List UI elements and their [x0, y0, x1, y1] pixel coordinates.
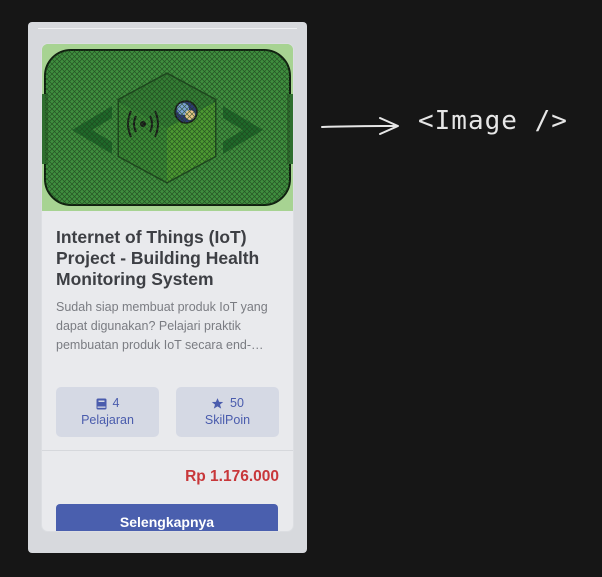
card-divider [42, 450, 293, 451]
points-stat: 50 SkilPoin [176, 387, 279, 437]
points-label: SkilPoin [204, 413, 251, 427]
course-stats: 4 Pelajaran 50 SkilPoin [56, 387, 279, 437]
star-icon [211, 398, 224, 409]
lessons-label: Pelajaran [81, 413, 134, 427]
iot-cube-illustration [42, 44, 293, 211]
card-body: Internet of Things (IoT) Project - Build… [56, 227, 279, 355]
course-thumbnail[interactable] [42, 44, 293, 211]
lessons-count: 4 [112, 396, 120, 410]
course-description: Sudah siap membuat produk IoT yang dapat… [56, 300, 268, 352]
course-card[interactable]: Internet of Things (IoT) Project - Build… [42, 44, 293, 531]
book-icon [96, 398, 107, 409]
right-arrow-icon [321, 117, 399, 135]
lessons-stat: 4 Pelajaran [56, 387, 159, 437]
panel-top-edge [38, 22, 297, 29]
course-title[interactable]: Internet of Things (IoT) Project - Build… [56, 227, 279, 290]
image-component-label: <Image /> [418, 106, 568, 136]
points-count: 50 [230, 396, 244, 410]
details-button[interactable]: Selengkapnya [56, 504, 278, 531]
course-price: Rp 1.176.000 [185, 468, 279, 485]
card-panel: Internet of Things (IoT) Project - Build… [28, 22, 307, 553]
